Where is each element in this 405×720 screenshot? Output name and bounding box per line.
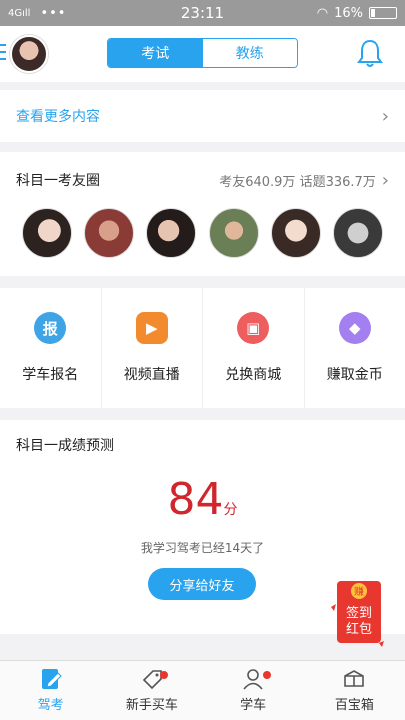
red-packet-line1: 签到 (346, 605, 372, 621)
feature-label: 赚取金币 (326, 367, 383, 383)
tab-label: 学车 (240, 698, 267, 713)
chevron-right-icon: › (381, 105, 389, 127)
exam-circle-stats: 考友640.9万 话题336.7万 (219, 174, 376, 190)
feature-signup[interactable]: 报 学车报名 (0, 288, 102, 408)
member-avatar[interactable] (208, 208, 259, 258)
menu-icon[interactable] (0, 44, 6, 62)
red-packet-line2: 红包 (346, 621, 372, 637)
clock: 23:11 (180, 4, 225, 22)
tab-driving-test[interactable]: 驾考 (0, 661, 101, 720)
feature-label: 兑换商城 (225, 367, 282, 383)
feature-live-video[interactable]: ▶ 视频直播 (102, 288, 203, 408)
tab-toolbox[interactable]: 百宝箱 (304, 661, 405, 720)
predicted-score: 84分 (16, 474, 389, 525)
treasure-box-icon (344, 670, 365, 687)
status-bar: 4G ıll ••• 23:11 ◠ 16% (0, 0, 405, 26)
tv-icon: ▶ (135, 312, 168, 344)
notification-dot (159, 671, 168, 679)
tab-learn-driving[interactable]: 学车 (203, 661, 304, 720)
diamond-icon: ◆ (338, 312, 371, 344)
tab-label: 驾考 (37, 698, 64, 713)
share-button[interactable]: 分享给好友 (148, 568, 256, 600)
tab-label: 百宝箱 (334, 698, 374, 713)
exam-circle-section: 科目一考友圈 考友640.9万 话题336.7万 › (0, 152, 405, 276)
bell-icon[interactable] (357, 38, 383, 68)
member-avatar[interactable] (332, 208, 383, 258)
top-header: 考试 教练 (0, 26, 405, 82)
note-edit-icon (41, 669, 62, 689)
mode-switch: 考试 教练 (107, 38, 298, 68)
member-avatar[interactable] (84, 208, 135, 258)
bottom-tab-bar: 驾考 新手买车 学车 百宝箱 (0, 660, 405, 720)
signup-icon: 报 (34, 312, 67, 344)
feature-label: 学车报名 (22, 367, 79, 383)
member-avatar[interactable] (22, 208, 72, 258)
tab-label: 新手买车 (125, 698, 178, 713)
sign-in-red-packet[interactable]: 赚 签到 红包 (331, 577, 385, 649)
member-avatars (16, 208, 389, 258)
member-avatar[interactable] (270, 208, 321, 258)
view-more-label: 查看更多内容 (16, 109, 100, 125)
red-packet-earn: 赚 (354, 585, 364, 598)
feature-grid: 报 学车报名 ▶ 视频直播 ▣ 兑换商城 ◆ 赚取金币 (0, 288, 405, 408)
battery-icon (369, 7, 397, 19)
view-more-row[interactable]: 查看更多内容 › (0, 82, 405, 142)
chevron-right-icon: › (381, 169, 389, 191)
user-icon (243, 669, 263, 690)
shop-icon: ▣ (237, 312, 270, 344)
score-value: 84 (167, 474, 224, 525)
tab-coach[interactable]: 教练 (202, 39, 297, 67)
member-avatar[interactable] (146, 208, 197, 258)
prediction-title: 科目一成绩预测 (16, 438, 114, 454)
study-days-text: 我学习驾考已经14天了 (140, 541, 265, 555)
feature-earn-coins[interactable]: ◆ 赚取金币 (305, 288, 405, 408)
feature-label: 视频直播 (123, 367, 180, 383)
tab-buy-car[interactable]: 新手买车 (101, 661, 202, 720)
exam-circle-title: 科目一考友圈 (16, 173, 100, 189)
score-unit: 分 (223, 502, 238, 518)
user-avatar[interactable] (10, 35, 48, 73)
notification-dot (263, 671, 272, 679)
feature-mall[interactable]: ▣ 兑换商城 (203, 288, 305, 408)
tab-exam[interactable]: 考试 (108, 39, 203, 67)
exam-circle-header[interactable]: 科目一考友圈 考友640.9万 话题336.7万 › (16, 152, 389, 208)
